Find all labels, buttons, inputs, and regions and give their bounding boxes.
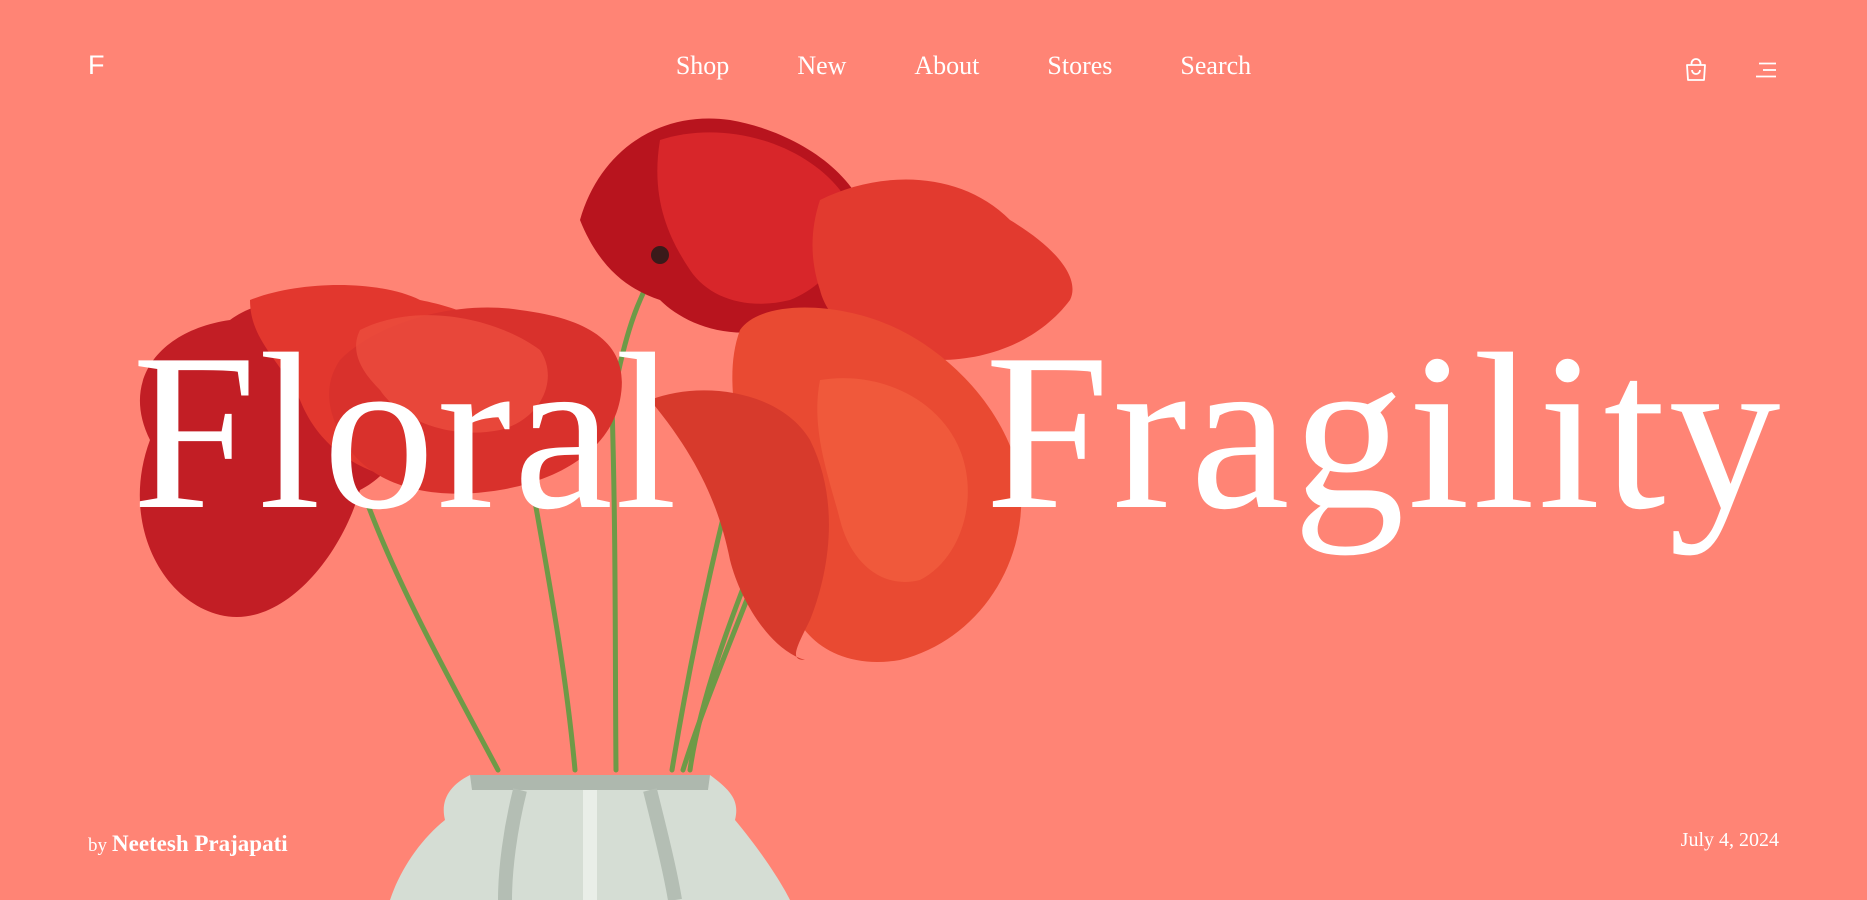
hero-title-word-2: Fragility	[985, 308, 1784, 556]
hero-title-word-1: Floral	[132, 308, 680, 556]
publish-date: July 4, 2024	[1680, 829, 1779, 851]
vase	[390, 775, 790, 900]
byline-prefix: by	[88, 835, 107, 856]
poppy-right	[650, 307, 1022, 662]
byline: by Neetesh Prajapati	[88, 832, 288, 855]
author-name[interactable]: Neetesh Prajapati	[112, 831, 288, 856]
